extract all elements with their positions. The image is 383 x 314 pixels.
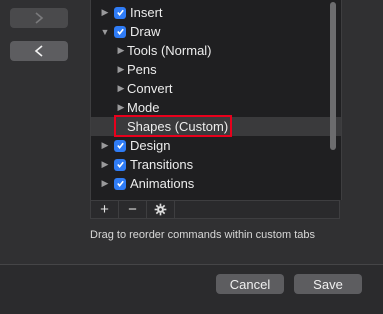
tree-scrollbar[interactable] — [328, 0, 338, 200]
checkbox-checked-icon[interactable] — [114, 177, 126, 190]
tree-item-design[interactable]: ▶ Design — [91, 136, 336, 155]
checkbox-checked-icon[interactable] — [114, 158, 126, 171]
tree-item-animations[interactable]: ▶ Animations — [91, 174, 336, 193]
scrollbar-thumb[interactable] — [330, 2, 336, 150]
tree-item-transitions[interactable]: ▶ Transitions — [91, 155, 336, 174]
tree-item-convert[interactable]: ▶ Convert — [91, 79, 341, 98]
disclosure-collapsed-icon[interactable]: ▶ — [100, 140, 110, 151]
save-button[interactable]: Save — [294, 274, 362, 294]
gear-icon — [154, 203, 167, 216]
tree-item-pens[interactable]: ▶ Pens — [91, 60, 341, 79]
tree-toolbar: + − — [90, 200, 340, 219]
add-button[interactable]: + — [91, 201, 119, 218]
minus-icon: − — [128, 201, 137, 218]
tree-item-tools-normal[interactable]: ▶ Tools (Normal) — [91, 41, 341, 60]
plus-icon: + — [100, 201, 109, 218]
disclosure-collapsed-icon[interactable]: ▶ — [100, 159, 110, 170]
move-left-button[interactable] — [10, 41, 68, 61]
disclosure-collapsed-icon[interactable]: ▶ — [116, 83, 126, 94]
reorder-hint: Drag to reorder commands within custom t… — [90, 229, 315, 241]
disclosure-expanded-icon[interactable]: ▼ — [100, 27, 110, 37]
tree-item-label: Insert — [130, 5, 163, 20]
tree-item-label: Draw — [130, 24, 161, 39]
disclosure-collapsed-icon[interactable]: ▶ — [116, 64, 126, 75]
tree-item-insert[interactable]: ▶ Insert — [91, 3, 336, 22]
checkbox-checked-icon[interactable] — [114, 25, 126, 38]
tree-item-mode[interactable]: ▶ Mode — [91, 98, 341, 117]
tree-item-label: Convert — [127, 81, 173, 96]
tree-item-label: Mode — [127, 100, 160, 115]
chevron-left-icon — [34, 45, 43, 57]
move-right-button[interactable] — [10, 8, 68, 28]
tree-item-shapes-custom[interactable]: Shapes (Custom) — [91, 117, 341, 136]
disclosure-collapsed-icon[interactable]: ▶ — [116, 45, 126, 56]
ribbon-tree[interactable]: ▶ Insert ▼ Draw ▶ Tools (Normal) ▶ Pens … — [90, 0, 342, 200]
checkbox-checked-icon[interactable] — [114, 6, 126, 19]
tree-item-label: Pens — [127, 62, 157, 77]
disclosure-collapsed-icon[interactable]: ▶ — [100, 7, 110, 18]
tree-item-label: Tools (Normal) — [127, 43, 212, 58]
remove-button[interactable]: − — [119, 201, 147, 218]
options-button[interactable] — [147, 201, 175, 218]
tree-item-label: Shapes (Custom) — [127, 119, 229, 134]
tree-item-label: Design — [130, 138, 171, 153]
checkbox-checked-icon[interactable] — [114, 139, 126, 152]
tree-item-label: Animations — [130, 176, 195, 191]
disclosure-collapsed-icon[interactable]: ▶ — [116, 102, 126, 113]
cancel-button[interactable]: Cancel — [216, 274, 284, 294]
disclosure-collapsed-icon[interactable]: ▶ — [100, 178, 110, 189]
chevron-right-icon — [35, 12, 44, 24]
ribbon-customize-panel: ▶ Insert ▼ Draw ▶ Tools (Normal) ▶ Pens … — [0, 0, 383, 265]
tree-item-label: Transitions — [130, 157, 194, 172]
tree-item-draw[interactable]: ▼ Draw — [91, 22, 336, 41]
